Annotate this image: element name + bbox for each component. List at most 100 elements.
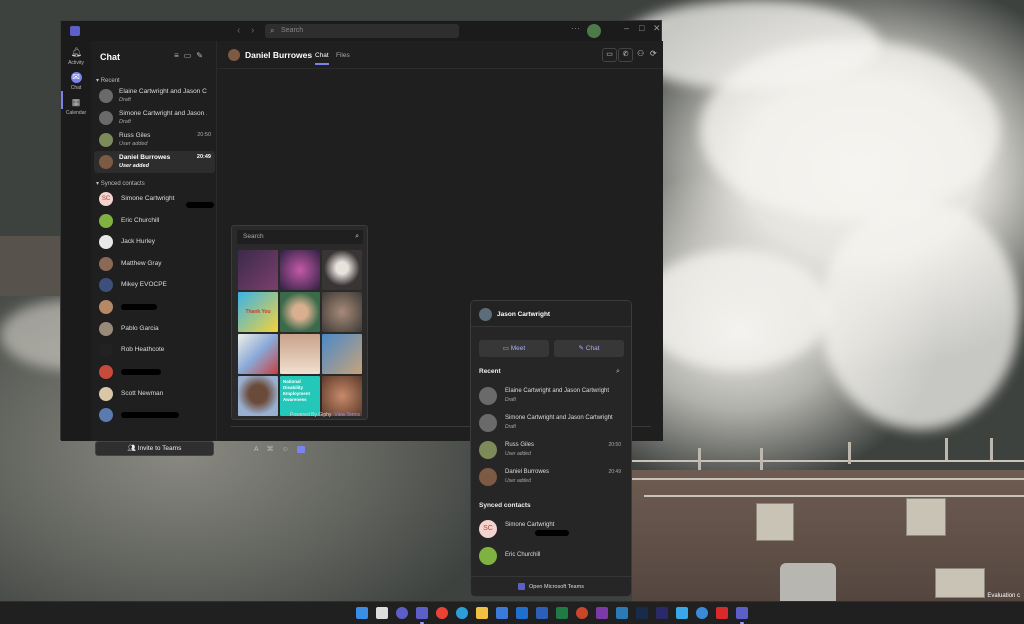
video-icon[interactable]: ▭ [184, 51, 197, 60]
outlook-icon[interactable] [516, 607, 528, 619]
gif-thumbnail[interactable] [280, 292, 320, 332]
gif-thumbnail[interactable] [280, 334, 320, 374]
flyout-chat-item[interactable]: Simone Cartwright and Jason Cartwright D… [475, 411, 629, 435]
taskbar [0, 601, 1024, 624]
gif-thumbnail[interactable] [322, 292, 362, 332]
app-icon[interactable] [616, 607, 628, 619]
flyout-contact-item[interactable]: SC Simone Cartwright [475, 517, 629, 541]
excel-icon[interactable] [556, 607, 568, 619]
chat-item-status: Draft [119, 97, 131, 103]
flyout-chat-time: 20:50 [608, 442, 621, 448]
word-icon[interactable] [536, 607, 548, 619]
gif-thumbnail[interactable] [322, 334, 362, 374]
global-search-input[interactable]: ⌕ Search [265, 24, 459, 38]
gif-thumbnail[interactable] [322, 250, 362, 290]
back-arrow-icon[interactable]: ‹ [237, 25, 240, 36]
contact-item[interactable]: Matthew Gray [94, 254, 215, 274]
meet-button[interactable]: ▭ Meet [479, 340, 549, 357]
gif-thumbnail[interactable] [238, 250, 278, 290]
store-icon[interactable] [496, 607, 508, 619]
avatar [99, 257, 113, 271]
gif-thumbnail[interactable] [238, 334, 278, 374]
chat-item-selected[interactable]: Daniel Burrowes User added 20:49 [94, 151, 215, 173]
contact-item[interactable]: SC Simone Cartwright [94, 189, 215, 209]
contact-item[interactable] [94, 362, 215, 382]
forward-arrow-icon[interactable]: › [251, 25, 254, 36]
invite-to-teams-button[interactable]: 👥︎ Invite to Teams [95, 441, 214, 456]
video-call-button[interactable]: ▭ [602, 48, 617, 62]
format-icon[interactable]: A [254, 446, 267, 453]
flyout-recent-label: Recent [479, 368, 501, 375]
gif-thumbnail[interactable] [238, 376, 278, 416]
contact-item[interactable]: Mikey EVOCPE [94, 275, 215, 295]
file-explorer-icon[interactable] [476, 607, 488, 619]
chat-icon[interactable] [396, 607, 408, 619]
chat-item[interactable]: Simone Cartwright and Jason ... Draft [94, 107, 215, 129]
rail-item-activity[interactable]: 🔔︎ Activity [61, 47, 91, 66]
gif-thumbnail[interactable] [280, 250, 320, 290]
start-icon[interactable] [356, 607, 368, 619]
view-terms-link[interactable]: View Terms [334, 412, 360, 418]
user-avatar[interactable] [587, 24, 601, 38]
invite-label: Invite to Teams [137, 445, 182, 452]
maximize-icon[interactable]: □ [639, 23, 644, 33]
contact-name: Matthew Gray [121, 260, 162, 267]
emoji-icon[interactable]: ☺ [282, 446, 297, 453]
teams-icon[interactable] [736, 607, 748, 619]
gif-thumbnail[interactable]: Thank You [238, 292, 278, 332]
rail-item-calendar[interactable]: ▦ Calendar [61, 97, 91, 116]
contact-item[interactable]: Scott Newman [94, 384, 215, 404]
powerpoint-icon[interactable] [576, 607, 588, 619]
chrome-icon[interactable] [436, 607, 448, 619]
app-icon[interactable] [676, 607, 688, 619]
tab-files[interactable]: Files [336, 52, 350, 59]
flyout-chat-item[interactable]: Daniel Burrowes User added 20:49 [475, 465, 629, 489]
flyout-chat-name: Elaine Cartwright and Jason Cartwright [505, 388, 610, 394]
contact-item[interactable] [94, 405, 215, 425]
filter-icon[interactable]: ≡ [174, 51, 184, 60]
contact-item[interactable]: Jack Hurley [94, 232, 215, 252]
ellipsis-icon[interactable]: ··· [571, 23, 580, 33]
flyout-chat-item[interactable]: Russ Giles User added 20:50 [475, 438, 629, 462]
edge-icon[interactable] [456, 607, 468, 619]
contact-item[interactable]: Rob Heathcote [94, 340, 215, 360]
synced-section-label[interactable]: ▾ Synced contacts [96, 180, 145, 187]
close-icon[interactable]: ✕ [653, 23, 661, 34]
contact-item[interactable]: Pablo Garcia [94, 319, 215, 339]
rail-item-chat[interactable]: ✉︎ Chat [61, 72, 91, 91]
add-people-icon[interactable]: ⚇ [637, 49, 644, 58]
tab-chat[interactable]: Chat [315, 52, 329, 65]
gif-thumbnail[interactable]: National Disability Employment Awareness [280, 376, 320, 416]
recent-section-label[interactable]: ▾ Recent [96, 77, 120, 84]
chat-button[interactable]: ✎ Chat [554, 340, 624, 357]
minimize-icon[interactable]: – [624, 23, 629, 33]
flyout-chat-status: User added [505, 478, 531, 484]
synced-label-text: Synced contacts [100, 181, 145, 187]
contact-item[interactable]: Eric Churchill [94, 211, 215, 231]
giphy-icon[interactable] [296, 445, 305, 453]
settings-icon[interactable] [696, 607, 708, 619]
flyout-contact-item[interactable]: Eric Churchill [475, 544, 629, 568]
flyout-chat-name: Simone Cartwright and Jason Cartwright [505, 415, 613, 421]
chat-item[interactable]: Elaine Cartwright and Jason C... Draft [94, 85, 215, 107]
giphy-search-input[interactable]: Search ⌕ [237, 230, 363, 244]
refresh-icon[interactable]: ⟳ [650, 49, 657, 58]
attach-icon[interactable]: ⌘ [267, 446, 282, 453]
new-chat-icon[interactable]: ✎ [196, 51, 208, 60]
contact-name: Pablo Garcia [121, 325, 159, 332]
photoshop-icon[interactable] [636, 607, 648, 619]
avatar[interactable] [479, 308, 492, 321]
chat-item[interactable]: Russ Giles User added 20:50 [94, 129, 215, 151]
onenote-icon[interactable] [596, 607, 608, 619]
avatar [99, 365, 113, 379]
open-teams-link[interactable]: Open Microsoft Teams [471, 576, 631, 596]
search-icon[interactable]: ⌕ [616, 368, 620, 376]
flyout-chat-item[interactable]: Elaine Cartwright and Jason Cartwright D… [475, 384, 629, 408]
gif-thumbnail[interactable] [322, 376, 362, 416]
teams-icon[interactable] [416, 607, 428, 619]
audio-call-button[interactable]: ✆ [618, 48, 633, 62]
rush-icon[interactable] [656, 607, 668, 619]
acrobat-icon[interactable] [716, 607, 728, 619]
task-view-icon[interactable] [376, 607, 388, 619]
contact-item[interactable] [94, 297, 215, 317]
